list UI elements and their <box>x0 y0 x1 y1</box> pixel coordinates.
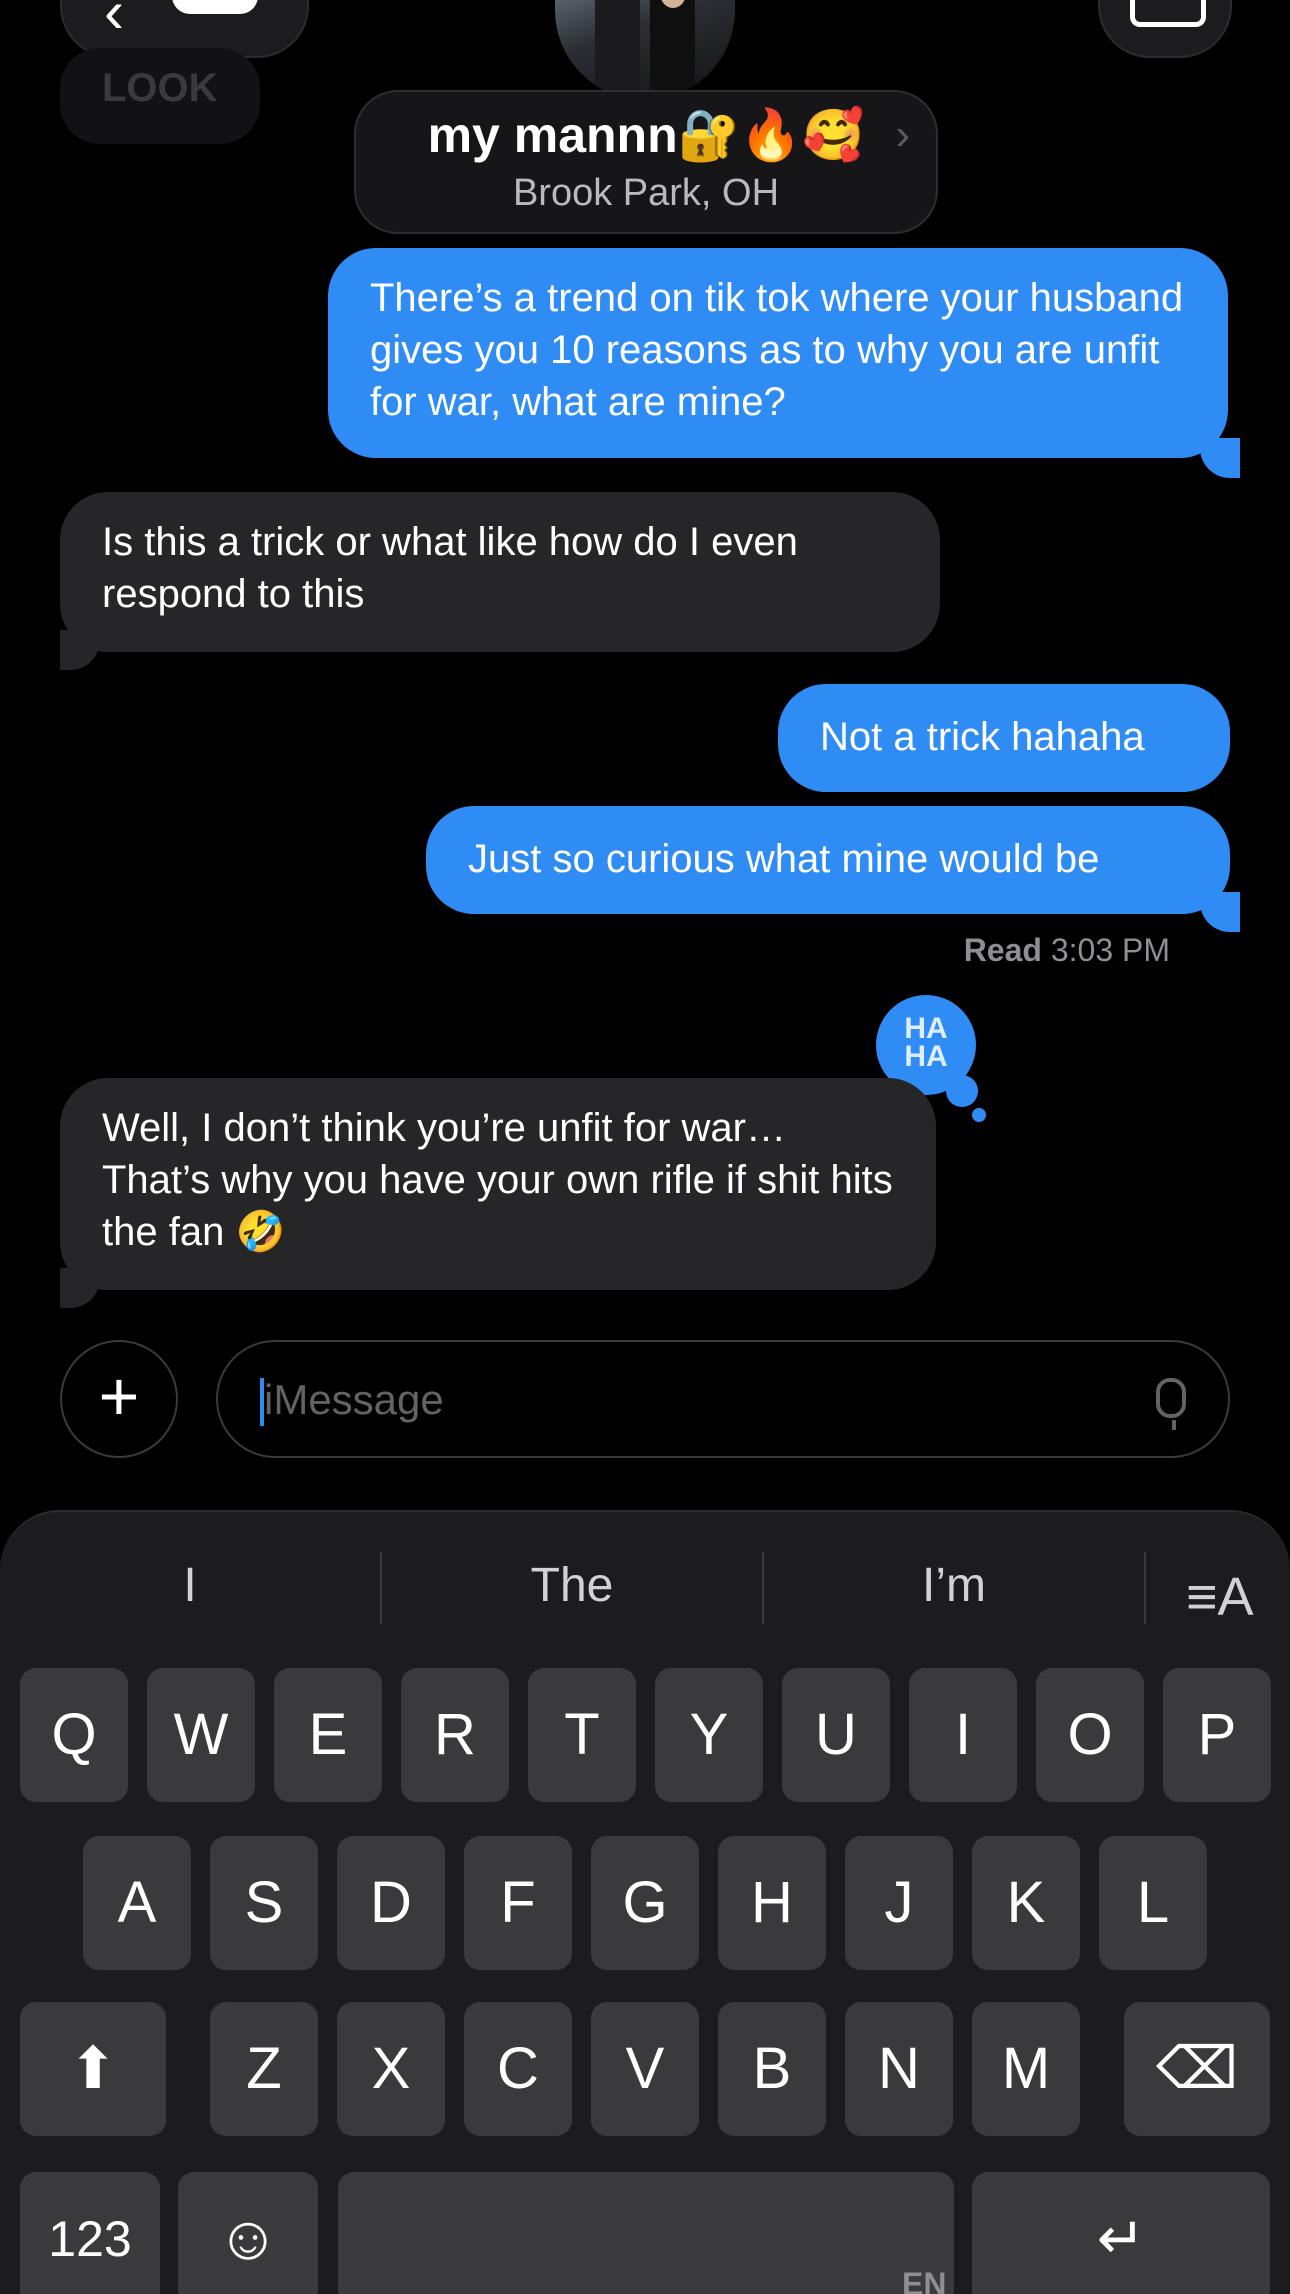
haha-line-1: HA <box>904 1012 948 1045</box>
key-v[interactable]: V <box>591 2002 699 2136</box>
read-label: Read <box>963 932 1042 968</box>
key-l[interactable]: L <box>1099 1836 1207 1970</box>
bubble-tail <box>60 630 100 670</box>
contact-header[interactable]: my mannn🔐🔥🥰 › Brook Park, OH <box>354 90 938 234</box>
bubble-tail <box>1200 892 1240 932</box>
key-z[interactable]: Z <box>210 2002 318 2136</box>
sent-message-bubble[interactable]: There’s a trend on tik tok where your hu… <box>328 248 1228 458</box>
suggestion-3[interactable]: I’m <box>764 1558 1144 1613</box>
facetime-video-button[interactable] <box>1098 0 1232 58</box>
key-b[interactable]: B <box>718 2002 826 2136</box>
key-r[interactable]: R <box>401 1668 509 1802</box>
emoji-key[interactable]: ☺ <box>178 2172 318 2294</box>
read-receipt: Read 3:03 PM <box>900 932 1170 969</box>
key-x[interactable]: X <box>337 2002 445 2136</box>
key-h[interactable]: H <box>718 1836 826 1970</box>
previous-message-text: LOOK <box>102 66 218 110</box>
return-key[interactable]: ↵ <box>972 2172 1270 2294</box>
contact-location: Brook Park, OH <box>512 172 780 214</box>
unread-count-badge <box>172 0 258 14</box>
video-camera-icon <box>1130 0 1206 27</box>
bubble-tail <box>1200 438 1240 478</box>
key-i[interactable]: I <box>909 1668 1017 1802</box>
key-s[interactable]: S <box>210 1836 318 1970</box>
numbers-key[interactable]: 123 <box>20 2172 160 2294</box>
read-time: 3:03 PM <box>1050 932 1170 968</box>
suggestion-divider <box>1144 1552 1146 1624</box>
imessage-placeholder: iMessage <box>264 1376 444 1423</box>
key-o[interactable]: O <box>1036 1668 1144 1802</box>
chevron-left-icon: ‹ <box>104 0 124 45</box>
key-y[interactable]: Y <box>655 1668 763 1802</box>
sent-message-bubble[interactable]: Just so curious what mine would be <box>426 806 1230 914</box>
microphone-stand <box>1172 1420 1176 1430</box>
shift-key[interactable]: ⬆ <box>20 2002 166 2136</box>
chevron-right-icon: › <box>895 110 910 159</box>
bubble-tail <box>60 1268 100 1308</box>
key-f[interactable]: F <box>464 1836 572 1970</box>
text-format-icon[interactable]: ≡A <box>1186 1566 1254 1628</box>
haha-line-2: HA <box>904 1040 948 1073</box>
reaction-dot <box>946 1075 978 1107</box>
imessage-input[interactable]: iMessage <box>216 1340 1230 1458</box>
key-c[interactable]: C <box>464 2002 572 2136</box>
key-g[interactable]: G <box>591 1836 699 1970</box>
reaction-dot <box>972 1108 986 1122</box>
previous-message-bubble: LOOK <box>60 48 260 144</box>
key-p[interactable]: P <box>1163 1668 1271 1802</box>
contact-avatar[interactable] <box>555 0 735 100</box>
key-k[interactable]: K <box>972 1836 1080 1970</box>
key-m[interactable]: M <box>972 2002 1080 2136</box>
microphone-icon[interactable] <box>1156 1378 1186 1418</box>
language-label: EN <box>902 2266 947 2294</box>
sent-message-bubble[interactable]: Not a trick hahaha <box>778 684 1230 792</box>
key-q[interactable]: Q <box>20 1668 128 1802</box>
key-a[interactable]: A <box>83 1836 191 1970</box>
key-j[interactable]: J <box>845 1836 953 1970</box>
key-t[interactable]: T <box>528 1668 636 1802</box>
suggestion-2[interactable]: The <box>382 1558 762 1613</box>
contact-name: my mannn🔐🔥🥰 <box>427 107 865 163</box>
keyboard: I The I’m ≡A Q W E R T Y U I O P A S D F… <box>0 1510 1290 2294</box>
key-u[interactable]: U <box>782 1668 890 1802</box>
received-message-bubble[interactable]: Well, I don’t think you’re unfit for war… <box>60 1078 936 1290</box>
key-d[interactable]: D <box>337 1836 445 1970</box>
key-n[interactable]: N <box>845 2002 953 2136</box>
key-e[interactable]: E <box>274 1668 382 1802</box>
space-key[interactable]: EN <box>338 2172 954 2294</box>
add-attachment-button[interactable]: + <box>60 1340 178 1458</box>
suggestion-1[interactable]: I <box>0 1558 380 1613</box>
delete-key[interactable]: ⌫ <box>1124 2002 1270 2136</box>
received-message-bubble[interactable]: Is this a trick or what like how do I ev… <box>60 492 940 652</box>
key-w[interactable]: W <box>147 1668 255 1802</box>
